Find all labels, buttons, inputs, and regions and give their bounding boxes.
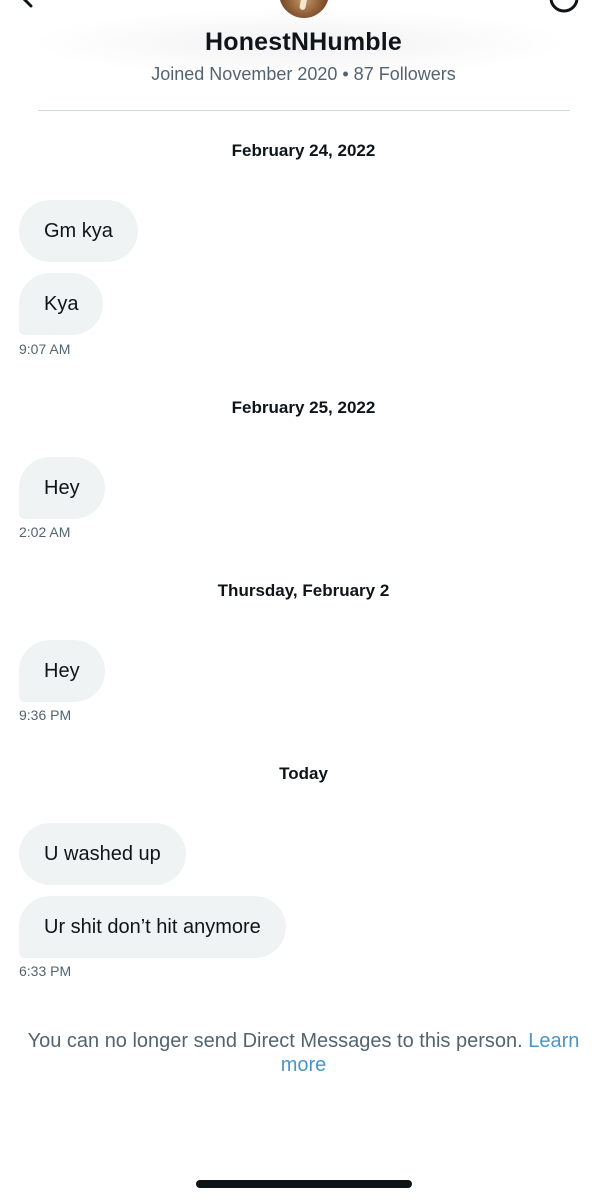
message-timestamp: 2:02 AM bbox=[19, 524, 71, 540]
back-arrow-icon[interactable] bbox=[16, 0, 38, 8]
profile-name[interactable]: HonestNHumble bbox=[0, 28, 607, 57]
message-timestamp: 9:36 PM bbox=[19, 707, 72, 723]
message-bubble[interactable]: Kya bbox=[19, 273, 104, 335]
conversation-header: HonestNHumble Joined November 2020 • 87 … bbox=[0, 0, 607, 112]
header-divider bbox=[38, 110, 570, 111]
message-bubble[interactable]: Hey bbox=[19, 457, 105, 519]
message-bubble[interactable]: Ur shit don’t hit anymore bbox=[19, 896, 286, 958]
dm-restriction-text: You can no longer send Direct Messages t… bbox=[27, 1030, 523, 1052]
message-bubble[interactable]: U washed up bbox=[19, 823, 186, 885]
date-separator: February 24, 2022 bbox=[231, 141, 376, 160]
profile-meta: Joined November 2020 • 87 Followers bbox=[151, 64, 456, 84]
message-bubble[interactable]: Gm kya bbox=[19, 200, 138, 262]
date-separator: Thursday, February 2 bbox=[217, 581, 390, 600]
message-timestamp: 6:33 PM bbox=[19, 963, 72, 979]
message-bubble[interactable]: Hey bbox=[19, 640, 105, 702]
info-icon[interactable] bbox=[548, 0, 580, 14]
dm-restriction-notice: You can no longer send Direct Messages t… bbox=[10, 1029, 597, 1077]
home-indicator[interactable] bbox=[196, 1180, 412, 1188]
date-separator: February 25, 2022 bbox=[231, 398, 376, 417]
date-separator: Today bbox=[279, 764, 328, 783]
message-timestamp: 9:07 AM bbox=[19, 341, 71, 357]
